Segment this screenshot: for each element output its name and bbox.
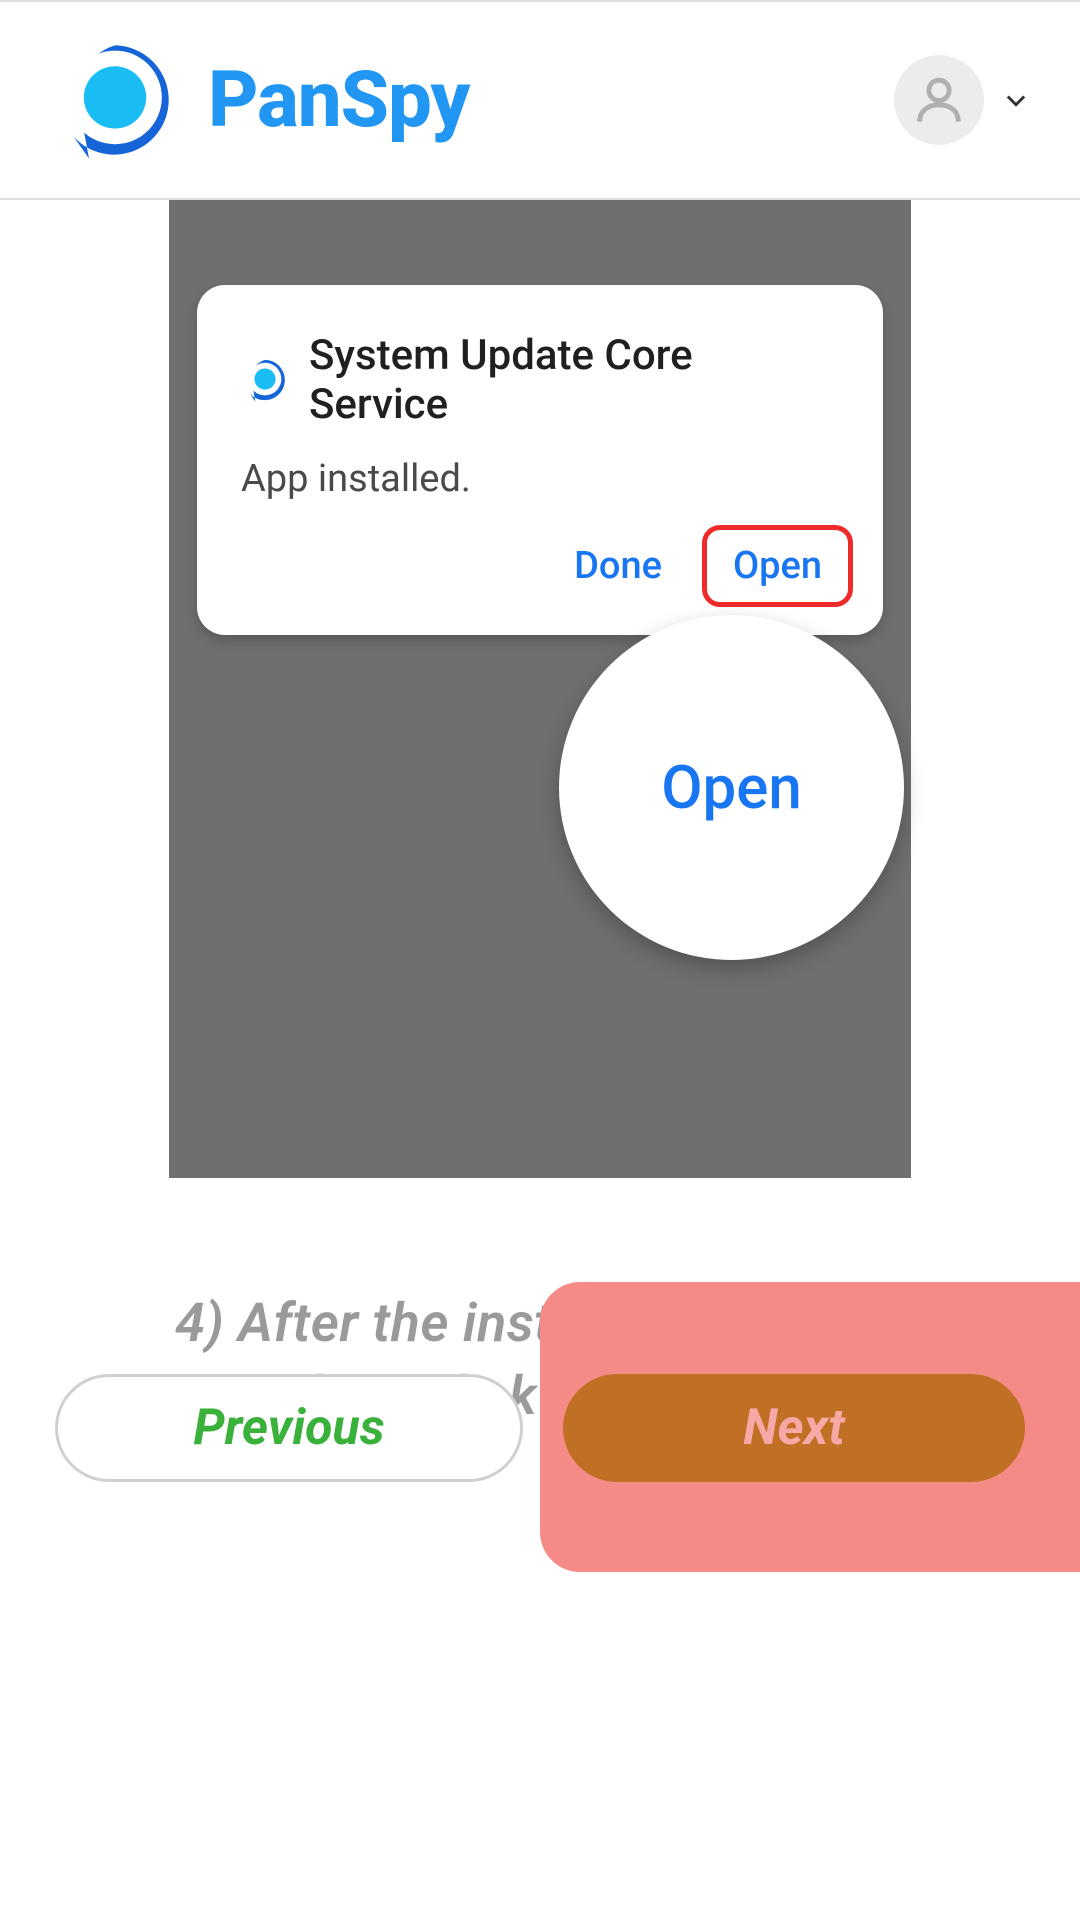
- nav-area: Previous Next: [0, 1282, 1080, 1572]
- open-button-highlighted[interactable]: Open: [702, 525, 853, 607]
- next-button[interactable]: Next: [563, 1374, 1025, 1482]
- main-content: System Update Core Service App installed…: [0, 200, 1080, 1434]
- dialog-title-row: System Update Core Service: [241, 331, 839, 429]
- header-account[interactable]: [894, 55, 1030, 145]
- brand-name: PanSpy: [208, 55, 469, 146]
- dialog-buttons: Done Open: [556, 525, 853, 607]
- chevron-down-icon: [1002, 86, 1030, 114]
- top-header: PanSpy: [0, 0, 1080, 200]
- previous-button[interactable]: Previous: [55, 1374, 523, 1482]
- done-button[interactable]: Done: [556, 532, 680, 600]
- zoom-open-label: Open: [661, 752, 802, 823]
- avatar-icon: [894, 55, 984, 145]
- nav-buttons-row: Previous Next: [55, 1374, 1025, 1482]
- dialog-subtitle: App installed.: [241, 457, 839, 501]
- dialog-title: System Update Core Service: [309, 331, 839, 429]
- logo[interactable]: PanSpy: [50, 35, 469, 165]
- zoom-callout: Open: [559, 615, 904, 960]
- app-small-logo-icon: [241, 356, 289, 404]
- panspy-logo-icon: [50, 35, 180, 165]
- install-dialog: System Update Core Service App installed…: [197, 285, 883, 635]
- phone-screenshot: System Update Core Service App installed…: [169, 200, 911, 1178]
